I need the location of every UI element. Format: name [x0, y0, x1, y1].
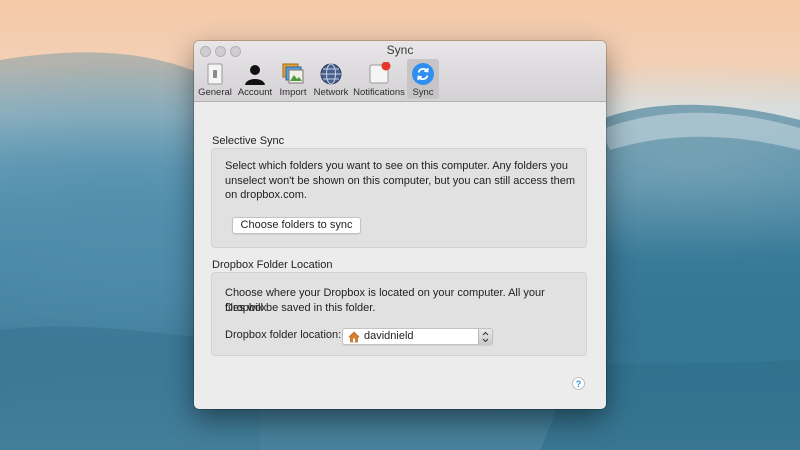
folder-location-description-line: files will be saved in this folder.	[225, 301, 376, 314]
tab-general[interactable]: General	[198, 59, 232, 99]
sync-icon	[412, 63, 434, 85]
tab-import[interactable]: Import	[276, 59, 310, 99]
person-icon	[245, 65, 265, 85]
selective-sync-group: Select which folders you want to see on …	[211, 148, 587, 248]
tab-label: Import	[279, 87, 307, 98]
tab-label: Network	[313, 87, 349, 98]
globe-icon	[320, 63, 342, 85]
folder-location-popup[interactable]: davidnield	[342, 328, 493, 345]
selective-sync-description-line: on dropbox.com.	[225, 189, 307, 201]
tab-sync[interactable]: Sync	[407, 59, 439, 99]
tab-label: Account	[237, 87, 273, 98]
popup-stepper	[478, 329, 492, 345]
up-down-chevron-icon	[482, 331, 489, 343]
folder-location-label: Dropbox folder location:	[225, 329, 342, 341]
help-button[interactable]: ?	[572, 377, 585, 390]
folder-location-value: davidnield	[364, 330, 414, 342]
tab-label: Notifications	[353, 87, 405, 98]
choose-folders-button[interactable]: Choose folders to sync	[232, 217, 361, 234]
tab-notifications[interactable]: Notifications	[352, 59, 406, 99]
switch-icon	[207, 63, 223, 85]
tab-label: Sync	[412, 87, 434, 98]
tab-network[interactable]: Network	[312, 59, 350, 99]
window-title: Sync	[386, 43, 414, 57]
notification-badge-icon	[369, 62, 391, 84]
folder-location-group: Choose where your Dropbox is located on …	[211, 272, 587, 356]
home-folder-icon	[348, 331, 360, 343]
window-toolbar: Sync General Account Import Network Noti…	[194, 41, 606, 102]
photos-icon	[282, 63, 304, 84]
selective-sync-description-line: Select which folders you want to see on …	[225, 160, 569, 172]
selective-sync-description-line: unselect won't be shown on this computer…	[225, 174, 576, 187]
tab-label: General	[198, 87, 232, 98]
folder-location-heading: Dropbox Folder Location	[212, 259, 333, 271]
selective-sync-heading: Selective Sync	[212, 135, 285, 147]
tab-account[interactable]: Account	[236, 59, 274, 99]
